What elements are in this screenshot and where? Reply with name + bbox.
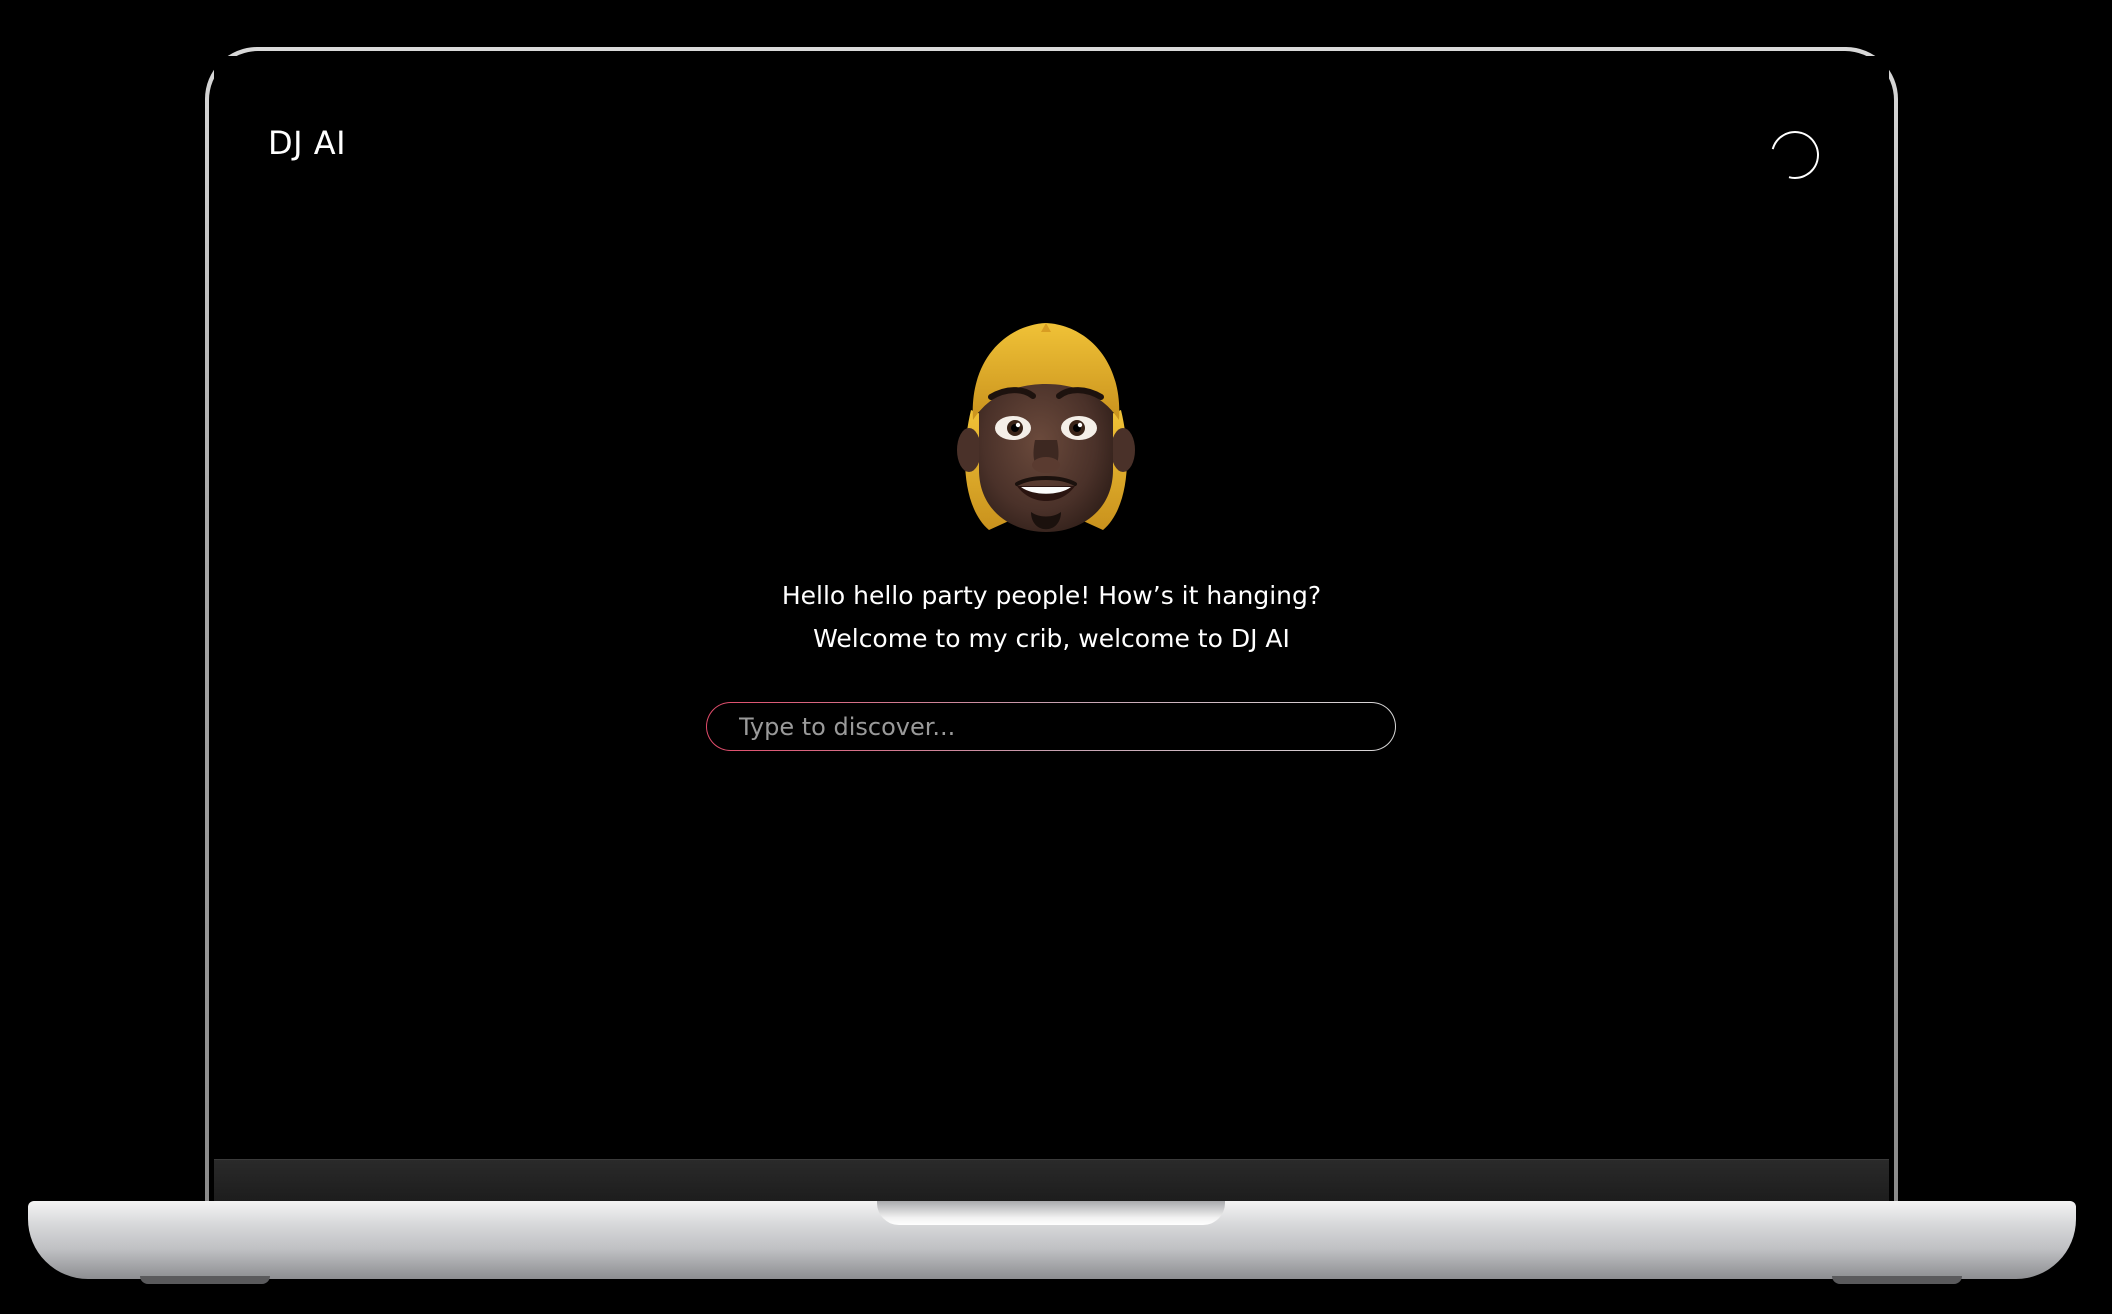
screen-bottom-bar [214, 1159, 1889, 1204]
memoji-avatar-icon [957, 323, 1135, 532]
search-box[interactable] [706, 702, 1396, 751]
laptop-foot-left [140, 1276, 270, 1284]
laptop-notch [877, 1201, 1225, 1225]
greeting-line-2: Welcome to my crib, welcome to DJ AI [813, 624, 1290, 653]
app-title: DJ AI [268, 124, 347, 162]
search-input[interactable] [737, 703, 1371, 751]
greeting-line-1: Hello hello party people! How’s it hangi… [781, 581, 1322, 610]
laptop-foot-right [1832, 1276, 1962, 1284]
device-frame: DJ AI Hello hello party people! How’s it… [0, 0, 2112, 1314]
